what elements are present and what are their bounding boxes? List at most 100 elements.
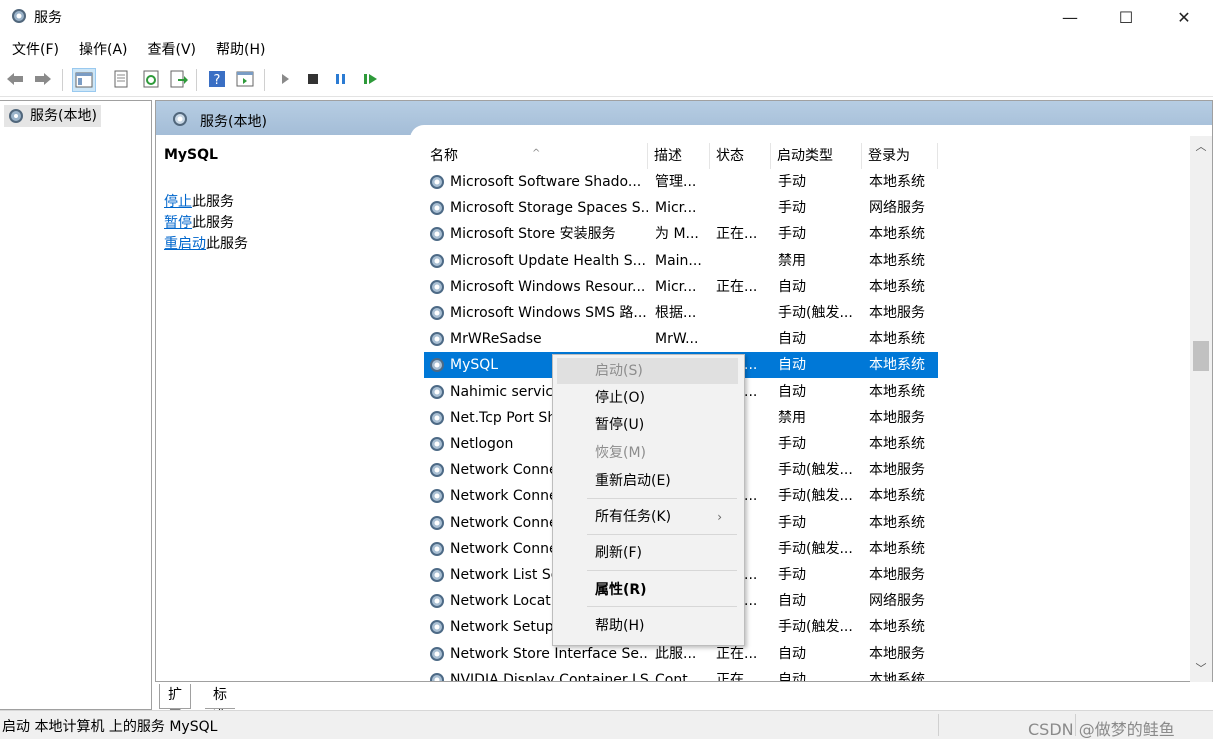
service-row[interactable]: Microsoft Storage Spaces S... Micr... 手动 网络… [424, 195, 938, 221]
ctx-resume[interactable]: 恢复(M) [557, 440, 738, 466]
service-description: Micr... [655, 200, 697, 217]
scroll-thumb[interactable] [1193, 341, 1209, 371]
service-name: Microsoft Store 安装服务 [450, 226, 616, 243]
service-gear-icon [430, 672, 444, 681]
tree-item-services-local[interactable]: 服务(本地) [4, 105, 101, 127]
service-name: MrWReSadse [450, 331, 542, 348]
stop-service-action: 停止此服务 [164, 191, 234, 211]
back-arrow-icon[interactable] [4, 68, 26, 90]
action-suffix: 此服务 [206, 236, 248, 252]
ctx-restart[interactable]: 重新启动(E) [557, 468, 738, 494]
menu-bar: 文件(F) 操作(A) 查看(V) 帮助(H) [0, 38, 1213, 62]
ctx-pause[interactable]: 暂停(U) [557, 412, 738, 438]
service-logon-as: 本地系统 [869, 278, 925, 295]
service-gear-icon [430, 437, 444, 451]
restart-service-link[interactable]: 重启动 [164, 236, 206, 252]
ctx-all-tasks[interactable]: 所有任务(K) › [557, 504, 738, 530]
service-gear-icon [430, 384, 444, 399]
service-gear-icon [430, 175, 444, 189]
service-gear-icon [430, 594, 444, 609]
scroll-up-icon[interactable]: ︿ [1190, 138, 1212, 156]
tab-standard[interactable]: 标准 [205, 684, 235, 725]
status-text: 启动 本地计算机 上的服务 MySQL [2, 719, 218, 735]
context-menu: 启动(S) 停止(O) 暂停(U) 恢复(M) 重新启动(E) 所有任务(K) … [552, 354, 745, 646]
toolbar-separator [62, 69, 63, 91]
stop-service-link[interactable]: 停止 [164, 194, 192, 210]
menu-view[interactable]: 查看(V) [138, 38, 207, 62]
action-suffix: 此服务 [192, 215, 234, 231]
service-status [716, 326, 772, 352]
service-logon-as: 本地系统 [869, 226, 925, 243]
pause-icon[interactable] [330, 68, 352, 90]
column-header-desc[interactable]: 描述 [648, 143, 710, 169]
close-button[interactable]: ✕ [1155, 0, 1213, 34]
service-logon-as: 本地服务 [869, 462, 925, 479]
service-name: Microsoft Software Shado... [450, 174, 642, 190]
service-row[interactable]: Microsoft Windows Resour... Micr... 正在... 自… [424, 274, 938, 300]
menu-file[interactable]: 文件(F) [0, 38, 69, 62]
selected-service-title: MySQL [164, 147, 218, 163]
services-gear-icon [12, 9, 26, 23]
service-gear-icon [430, 646, 444, 661]
ctx-help[interactable]: 帮助(H) [557, 613, 738, 639]
service-row[interactable]: Microsoft Update Health S... Main... 禁用 本地系… [424, 248, 938, 274]
service-gear-icon [430, 306, 444, 320]
minimize-button[interactable]: — [1041, 0, 1099, 34]
svg-text:?: ? [214, 73, 221, 88]
console-tree-icon[interactable] [72, 68, 96, 92]
service-logon-as: 本地系统 [869, 174, 925, 190]
pause-service-link[interactable]: 暂停 [164, 215, 192, 231]
column-header-logon[interactable]: 登录为 [862, 143, 938, 169]
service-status [716, 195, 772, 221]
service-gear-icon [430, 253, 444, 268]
service-startup-type: 手动 [778, 200, 806, 217]
service-status [716, 300, 772, 326]
column-label: 名称 [430, 148, 458, 164]
ctx-refresh[interactable]: 刷新(F) [557, 540, 738, 566]
scroll-down-icon[interactable]: ﹀ [1190, 660, 1212, 678]
help-icon[interactable]: ? [206, 68, 228, 90]
menu-action[interactable]: 操作(A) [69, 38, 138, 62]
menu-help[interactable]: 帮助(H) [206, 38, 275, 62]
service-row[interactable]: MrWReSadse MrW... 自动 本地系统 [424, 326, 938, 352]
maximize-button[interactable]: ☐ [1097, 0, 1155, 34]
services-gear-icon [9, 109, 23, 123]
toolbar-separator [264, 69, 265, 91]
services-gear-icon [173, 112, 187, 126]
ctx-start[interactable]: 启动(S) [557, 358, 738, 384]
service-logon-as: 本地系统 [869, 514, 925, 531]
ctx-separator [587, 534, 737, 535]
service-startup-type: 手动(触发... [778, 540, 853, 557]
action-suffix: 此服务 [192, 194, 234, 210]
service-description: Main... [655, 252, 702, 269]
ctx-properties[interactable]: 属性(R) [557, 577, 738, 603]
console-tree: 服务(本地) [0, 100, 152, 710]
forward-arrow-icon[interactable] [32, 68, 54, 90]
service-row[interactable]: NVIDIA Display Container LS Cont... 正在... 自… [424, 667, 938, 681]
resume-icon[interactable] [360, 68, 382, 90]
view-icon[interactable] [234, 68, 256, 90]
column-header-state[interactable]: 状态 [710, 143, 771, 169]
tab-extended[interactable]: 扩展 [159, 684, 191, 725]
service-startup-type: 手动 [778, 174, 806, 190]
refresh-icon[interactable] [140, 68, 162, 90]
service-row[interactable]: Microsoft Software Shado... 管理... 手动 本地系统 [424, 169, 938, 195]
properties-icon[interactable] [110, 68, 132, 90]
export-icon[interactable] [168, 68, 190, 90]
service-row[interactable]: Microsoft Windows SMS 路... 根据... 手动(触发... 本… [424, 300, 938, 326]
column-label: 登录为 [868, 148, 910, 164]
service-gear-icon [430, 332, 444, 347]
ctx-stop[interactable]: 停止(O) [557, 385, 738, 411]
service-gear-icon [430, 227, 444, 242]
service-gear-icon [430, 463, 444, 478]
service-description: Micr... [655, 278, 697, 295]
service-startup-type: 自动 [778, 357, 806, 374]
service-row[interactable]: Microsoft Store 安装服务 为 M... 正在... 手动 本地系统 [424, 221, 938, 247]
column-header-name[interactable]: 名称 ^ [424, 143, 648, 169]
service-logon-as: 本地系统 [869, 331, 925, 348]
stop-icon[interactable] [302, 68, 324, 90]
service-logon-as: 本地系统 [869, 436, 925, 452]
play-icon[interactable] [274, 68, 296, 90]
column-header-startup[interactable]: 启动类型 [771, 143, 862, 169]
vertical-scrollbar[interactable]: ︿ ﹀ [1190, 136, 1212, 682]
